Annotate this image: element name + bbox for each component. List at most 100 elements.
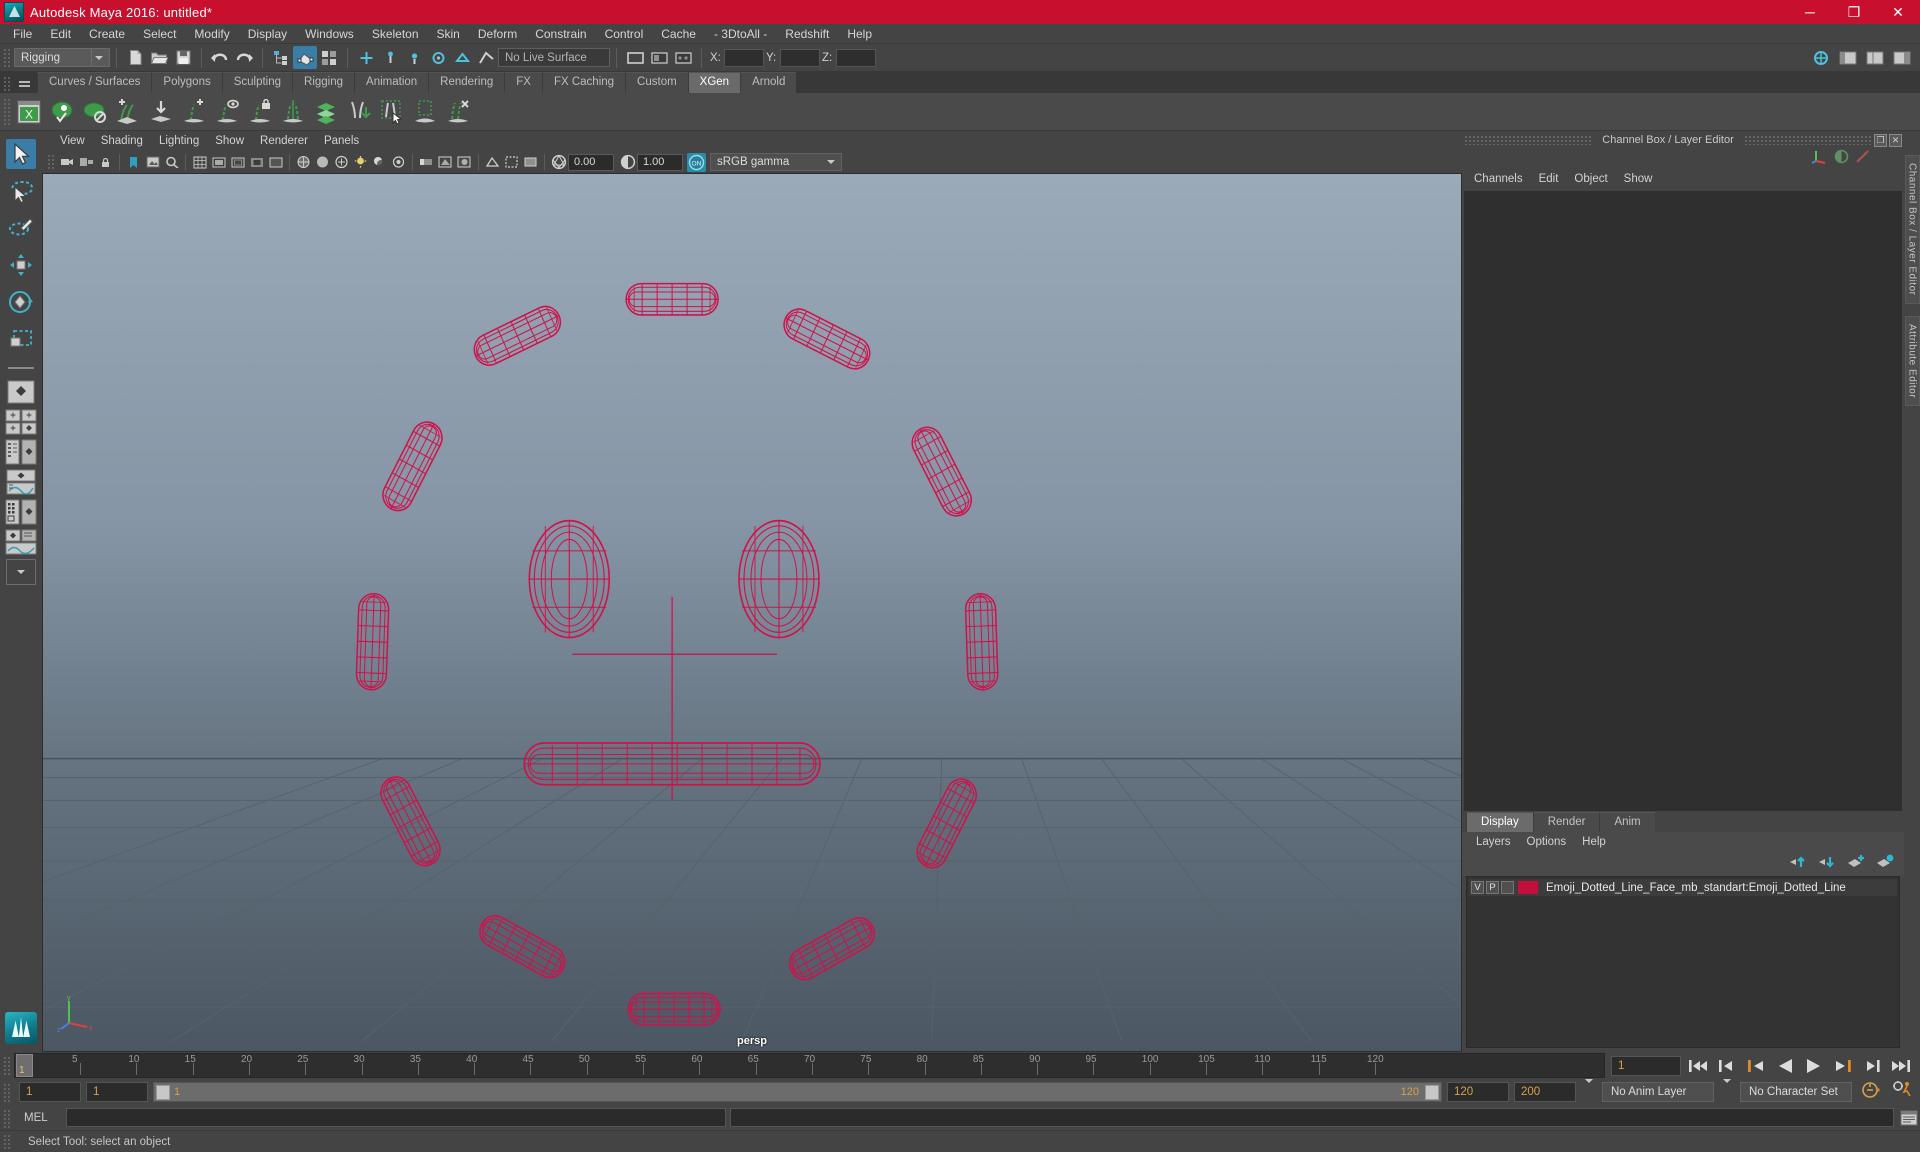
menu-item-help[interactable]: Help [838, 25, 881, 43]
xgen-convert-to-polygons-icon[interactable] [344, 96, 374, 128]
gamma-icon[interactable] [618, 153, 637, 172]
xgen-delete-guide-icon[interactable] [443, 96, 473, 128]
channel-box-content[interactable] [1464, 191, 1902, 811]
vertical-tab-attribute-editor[interactable]: Attribute Editor [1904, 315, 1920, 406]
single-perspective-view-icon[interactable] [5, 379, 37, 405]
step-back-keyframe-icon[interactable] [1716, 1056, 1738, 1076]
ambient-occlusion-icon[interactable] [389, 153, 408, 172]
shelf-tab-xgen[interactable]: XGen [687, 72, 741, 93]
selection-mask-components-icon[interactable] [671, 46, 695, 69]
layer-tab-anim[interactable]: Anim [1599, 812, 1655, 832]
coord-field-x[interactable] [724, 48, 764, 67]
shape-channels-icon[interactable] [1834, 149, 1849, 169]
auto-keyframe-icon[interactable] [1857, 1081, 1885, 1104]
select-tool-icon[interactable] [6, 139, 36, 169]
snap-to-curve-icon[interactable] [378, 46, 402, 69]
3d-viewport[interactable]: persp y x z [42, 173, 1462, 1052]
show-hide-tool-settings-icon[interactable] [1863, 46, 1887, 69]
redo-icon[interactable] [232, 46, 256, 69]
hardware-texturing-icon[interactable] [332, 153, 351, 172]
snap-to-projected-center-icon[interactable] [426, 46, 450, 69]
panel-drag-dots-left[interactable] [1464, 135, 1593, 145]
xgen-region-select-icon[interactable] [410, 96, 440, 128]
menu-item-windows[interactable]: Windows [296, 25, 363, 43]
shelf-tab-fx-caching[interactable]: FX Caching [541, 72, 626, 93]
isolate-select-icon[interactable] [483, 153, 502, 172]
animation-end-field[interactable]: 200 [1514, 1082, 1576, 1102]
menu-item-cache[interactable]: Cache [652, 25, 705, 43]
shelf-grip[interactable] [2, 75, 11, 93]
xgen-mirror-guide-icon[interactable] [278, 96, 308, 128]
xgen-preview-toggle-icon[interactable] [47, 96, 77, 128]
statusline-grip[interactable] [2, 46, 11, 69]
step-forward-frame-icon[interactable] [1832, 1056, 1854, 1076]
viewport-menu-panels[interactable]: Panels [316, 133, 367, 149]
step-forward-keyframe-icon[interactable] [1861, 1056, 1883, 1076]
command-language-label[interactable]: MEL [14, 1112, 66, 1124]
viewport-toolbar-grip[interactable] [46, 153, 55, 171]
exposure-gate-icon[interactable] [266, 153, 285, 172]
range-end-field[interactable]: 120 [1447, 1082, 1509, 1102]
status-bar-grip[interactable] [2, 1132, 11, 1151]
layer-menu-layers[interactable]: Layers [1468, 834, 1519, 850]
animation-preferences-icon[interactable] [1890, 1080, 1920, 1105]
shelf-tab-rigging[interactable]: Rigging [292, 72, 355, 93]
show-hide-channel-box-icon[interactable] [1890, 46, 1914, 69]
menu-item-deform[interactable]: Deform [469, 25, 526, 43]
viewport-menu-show[interactable]: Show [207, 133, 252, 149]
script-editor-icon[interactable] [1898, 1108, 1920, 1128]
time-slider[interactable]: 1 5 10 15 20 25 30 35 40 45 50 55 60 65 70 75 80 85 90 95 1… [14, 1053, 1605, 1078]
coord-field-z[interactable] [836, 48, 876, 67]
xgen-disable-preview-icon[interactable] [80, 96, 110, 128]
shelf-tab-animation[interactable]: Animation [354, 72, 429, 93]
play-backwards-icon[interactable] [1774, 1056, 1796, 1076]
viewport-menu-view[interactable]: View [52, 133, 93, 149]
menu-item-modify[interactable]: Modify [185, 25, 238, 43]
transform-channels-icon[interactable] [1811, 148, 1828, 170]
character-set-selector[interactable]: No Character Set [1740, 1082, 1852, 1102]
multisample-aa-icon[interactable] [436, 153, 455, 172]
move-layer-down-icon[interactable] [1818, 854, 1836, 874]
make-live-icon[interactable] [474, 46, 498, 69]
snap-to-view-plane-icon[interactable] [450, 46, 474, 69]
shelf-tab-fx[interactable]: FX [504, 72, 542, 93]
lasso-select-tool-icon[interactable] [6, 176, 36, 206]
shelf-tab-custom[interactable]: Custom [625, 72, 688, 93]
wireframe-on-shaded-icon[interactable] [294, 153, 313, 172]
range-start-field[interactable]: 1 [86, 1082, 148, 1102]
range-slider-grip[interactable] [2, 1081, 11, 1103]
select-by-hierarchy-icon[interactable] [269, 46, 293, 69]
xgen-import-collection-icon[interactable] [146, 96, 176, 128]
menu-item-create[interactable]: Create [80, 25, 134, 43]
grid-toggle-icon[interactable] [190, 153, 209, 172]
paint-select-tool-icon[interactable] [6, 213, 36, 243]
layer-menu-options[interactable]: Options [1519, 834, 1575, 850]
move-tool-icon[interactable] [6, 250, 36, 280]
layer-playback-toggle[interactable]: P [1486, 881, 1499, 894]
color-management-toggle-icon[interactable]: ON [687, 152, 706, 172]
close-panel-button[interactable]: ✕ [1889, 133, 1902, 147]
select-camera-icon[interactable] [58, 153, 77, 172]
shadows-icon[interactable] [370, 153, 389, 172]
xgen-add-guide-icon[interactable] [179, 96, 209, 128]
create-empty-layer-icon[interactable] [1847, 854, 1865, 874]
viewport-menu-renderer[interactable]: Renderer [252, 133, 316, 149]
menu-item-redshift[interactable]: Redshift [776, 25, 838, 43]
go-to-start-icon[interactable] [1687, 1056, 1709, 1076]
layer-tab-render[interactable]: Render [1532, 812, 1600, 832]
persp-graph-editor-layout-icon[interactable] [5, 469, 37, 495]
new-scene-icon[interactable] [123, 46, 147, 69]
range-slider-bar[interactable]: 1 120 [153, 1082, 1442, 1102]
exposure-field[interactable]: 0.00 [568, 153, 614, 171]
color-management-selector[interactable]: sRGB gamma [710, 153, 842, 171]
grid-display-icon[interactable] [521, 153, 540, 172]
resolution-gate-icon[interactable] [228, 153, 247, 172]
layer-color-swatch[interactable] [1518, 881, 1538, 894]
smooth-shade-icon[interactable] [313, 153, 332, 172]
viewport-menu-shading[interactable]: Shading [93, 133, 151, 149]
layer-menu-help[interactable]: Help [1574, 834, 1614, 850]
channel-box-menu-edit[interactable]: Edit [1531, 171, 1567, 187]
camera-attributes-icon[interactable] [77, 153, 96, 172]
move-layer-up-icon[interactable] [1789, 854, 1807, 874]
play-forwards-icon[interactable] [1803, 1056, 1825, 1076]
